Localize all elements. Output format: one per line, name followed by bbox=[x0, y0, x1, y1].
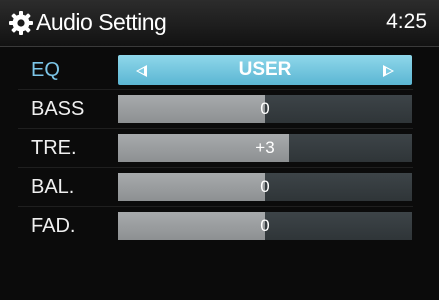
fader-value: 0 bbox=[260, 216, 270, 235]
balance-value: 0 bbox=[260, 177, 270, 196]
bass-row: BASS 0 bbox=[0, 94, 439, 124]
divider bbox=[18, 167, 413, 168]
fader-row: FAD. 0 bbox=[0, 211, 439, 241]
treble-label: TRE. bbox=[31, 137, 77, 159]
eq-selector[interactable]: USER bbox=[118, 55, 412, 85]
balance-slider[interactable]: 0 bbox=[118, 173, 412, 201]
bass-label: BASS bbox=[31, 98, 85, 120]
divider bbox=[18, 206, 413, 207]
treble-row: TRE. +3 bbox=[0, 133, 439, 163]
fader-label: FAD. bbox=[31, 215, 76, 237]
balance-label: BAL. bbox=[31, 176, 75, 198]
bass-slider[interactable]: 0 bbox=[118, 95, 412, 123]
treble-value: +3 bbox=[255, 138, 275, 157]
page-title: Audio Setting bbox=[36, 9, 167, 35]
eq-label: EQ bbox=[31, 59, 60, 81]
eq-value: USER bbox=[238, 59, 292, 80]
divider bbox=[18, 89, 413, 90]
arrow-right-icon[interactable] bbox=[383, 65, 394, 77]
bass-value: 0 bbox=[260, 99, 270, 118]
eq-row: EQ USER bbox=[0, 55, 439, 85]
gear-icon bbox=[9, 11, 33, 35]
balance-row: BAL. 0 bbox=[0, 172, 439, 202]
clock: 4:25 bbox=[386, 10, 427, 33]
treble-slider[interactable]: +3 bbox=[118, 134, 412, 162]
title-bar: Audio Setting 4:25 bbox=[0, 0, 439, 47]
fader-slider[interactable]: 0 bbox=[118, 212, 412, 240]
divider bbox=[18, 128, 413, 129]
